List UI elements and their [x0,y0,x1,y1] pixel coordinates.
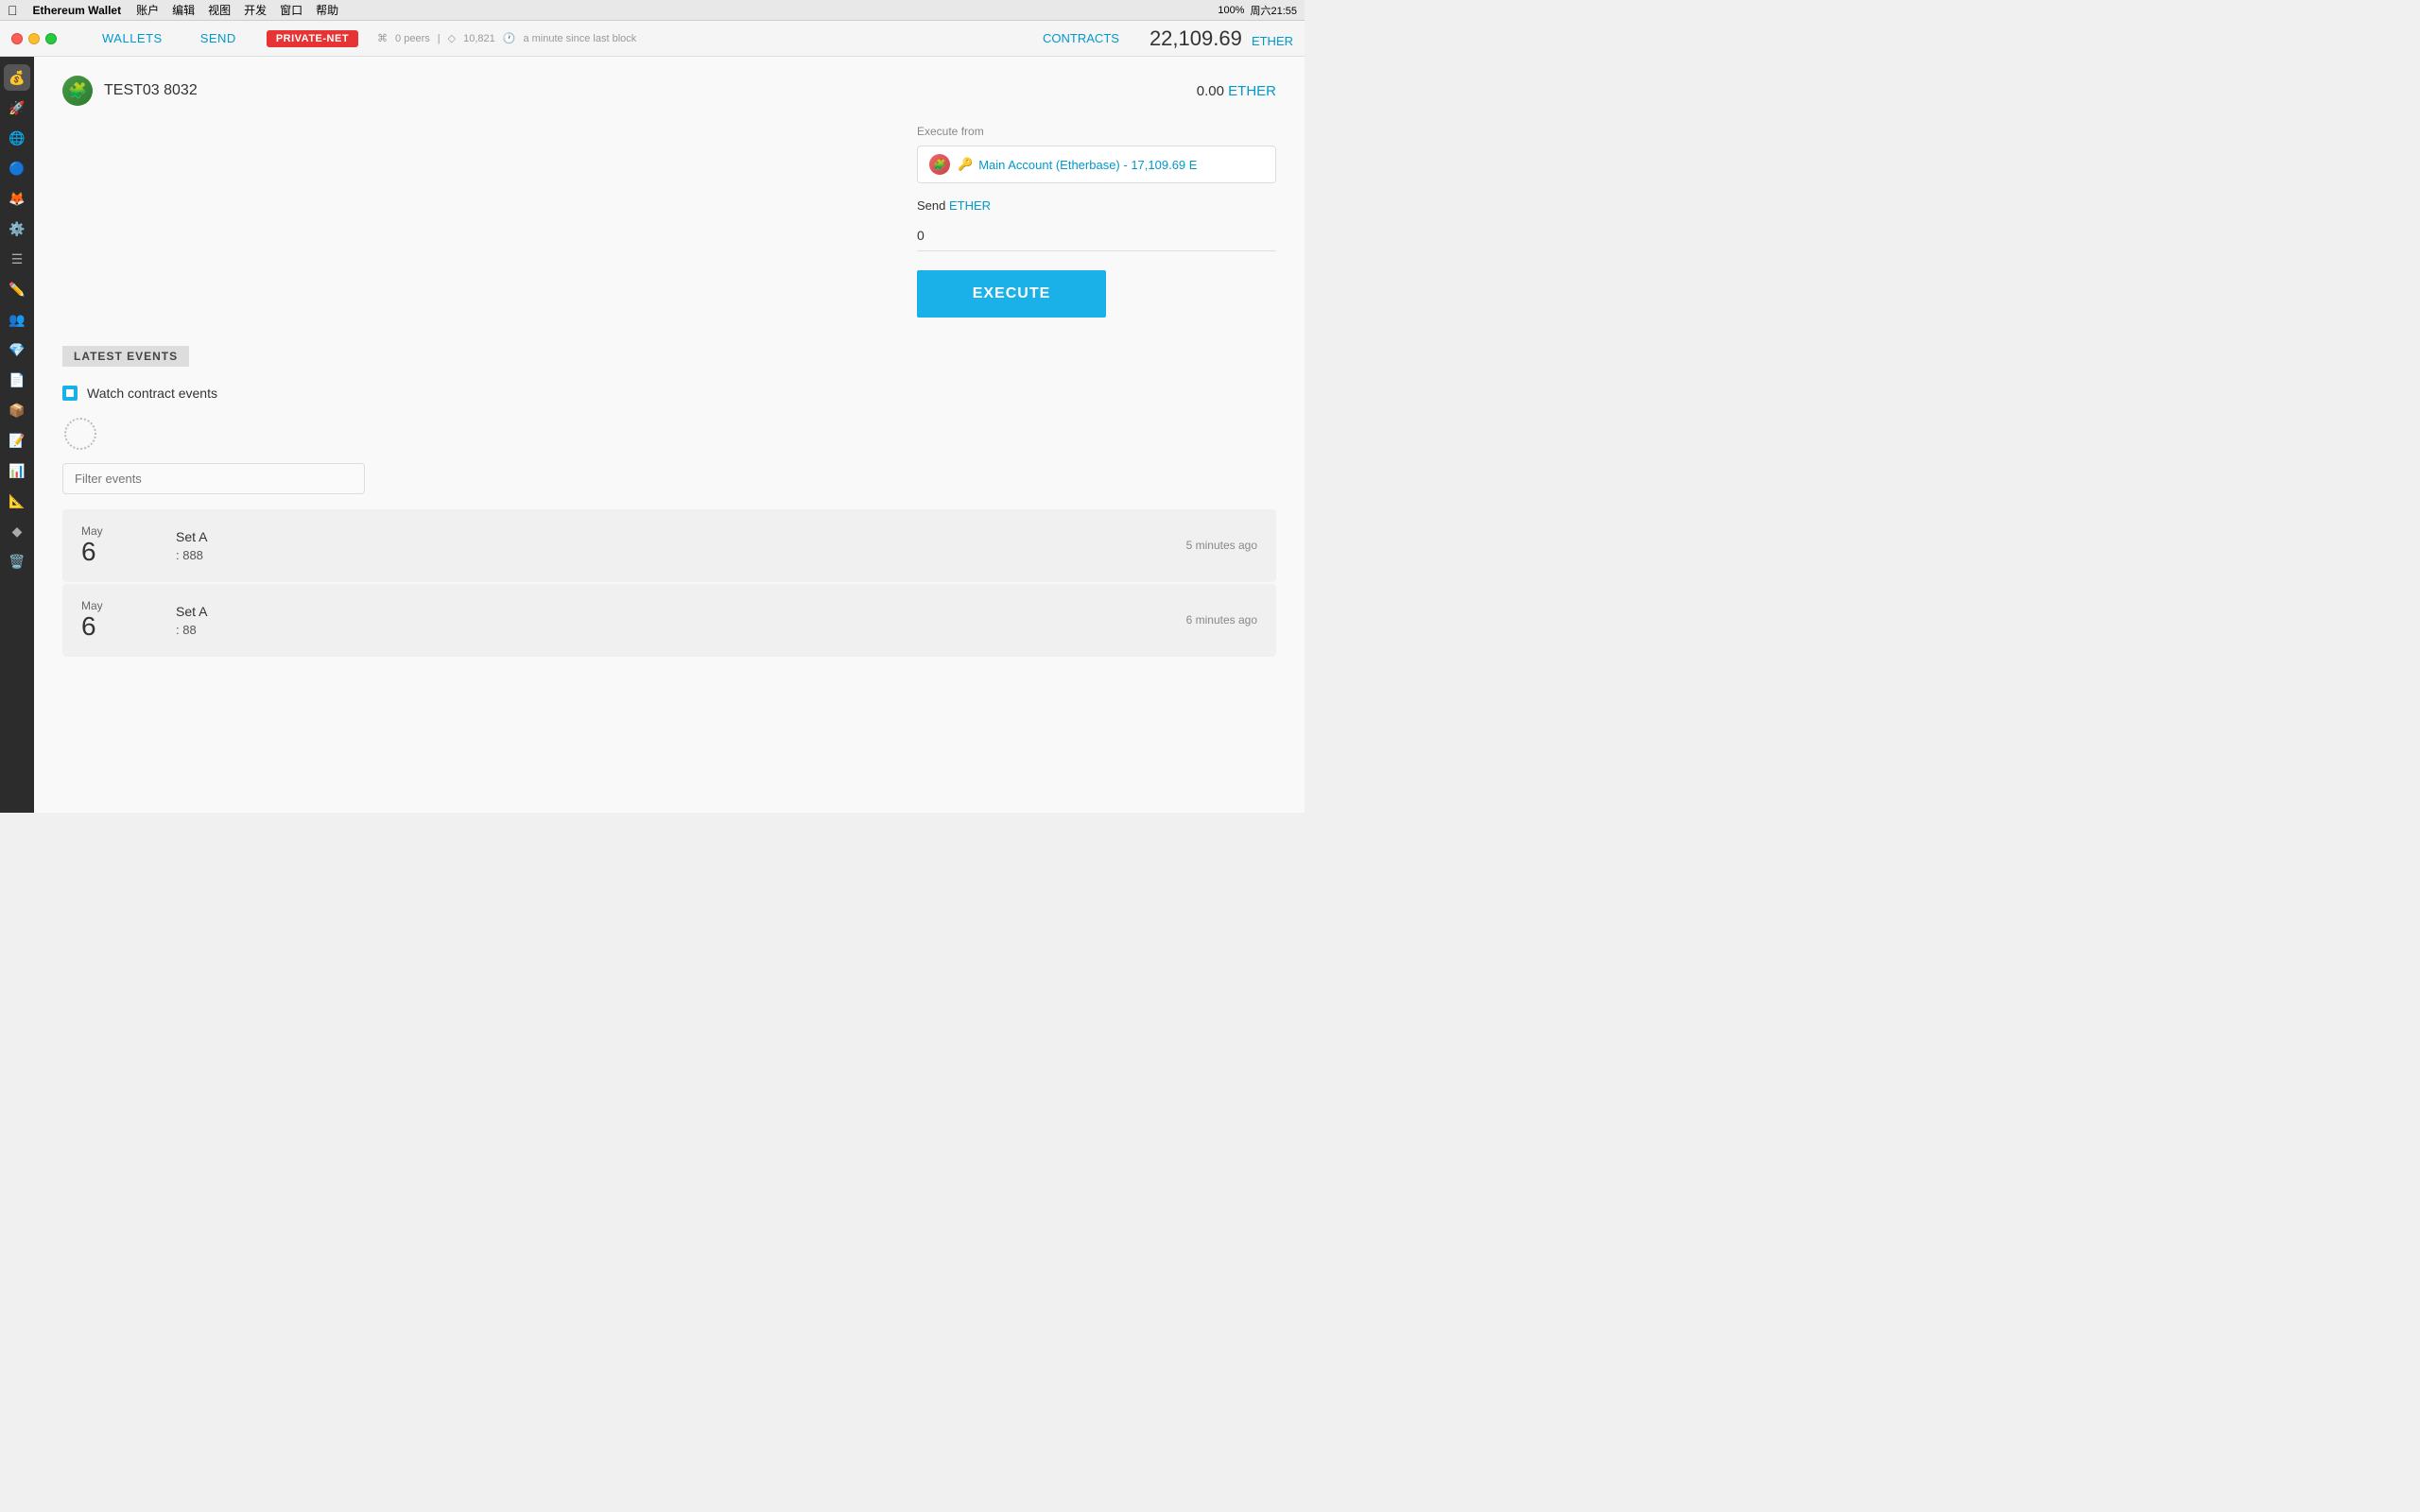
event-row: May 6 Set A : 888 5 minutes ago [62,509,1276,582]
watch-events-row: Watch contract events [62,386,1276,401]
menu-window[interactable]: 窗口 [280,2,302,18]
account-name: Main Account (Etherbase) - 17,109.69 E [978,158,1197,172]
event-row: May 6 Set A : 88 6 minutes ago [62,584,1276,657]
event-time-2: 6 minutes ago [1186,613,1257,627]
traffic-lights [11,33,57,44]
sidebar-icon-excel[interactable]: 📊 [4,457,30,484]
left-panel [62,125,889,318]
layout: 💰 🚀 🌐 🔵 🦊 ⚙️ ☰ ✏️ 👥 💎 📄 📦 📝 📊 📐 ◆ 🗑️ 🧩 T… [0,57,1305,813]
sidebar-icon-note[interactable]: 📄 [4,367,30,393]
sidebar-icon-fire[interactable]: 🦊 [4,185,30,212]
amount-input[interactable] [917,220,1276,251]
right-panel: Execute from 🧩 🔑 Main Account (Etherbase… [917,125,1276,318]
peers-icon: ⌘ [377,32,388,44]
sidebar-icon-chrome[interactable]: 🔵 [4,155,30,181]
menu-bar-right: 100% 周六21:55 [1218,3,1297,18]
sidebar-icon-earth[interactable]: 🌐 [4,125,30,151]
event-day-1: 6 [81,538,96,567]
contract-balance-amount: 0.00 [1197,83,1224,99]
sidebar-icon-trash[interactable]: 🗑️ [4,548,30,575]
event-date-2: May 6 [81,599,157,642]
block-number: 10,821 [463,33,495,44]
contracts-link[interactable]: CONTRACTS [1043,31,1119,45]
send-ether-label: Send ETHER [917,198,1276,213]
network-status: ⌘ 0 peers | ◇ 10,821 🕐 a minute since la… [377,32,636,44]
apple-menu[interactable]:  [8,3,18,18]
event-name-1: Set A [176,529,1186,544]
key-icon: 🔑 [958,157,973,172]
private-net-badge: PRIVATE-NET [267,30,358,47]
latest-events-header: LATEST EVENTS [62,346,189,367]
tab-send[interactable]: SEND [182,27,255,49]
last-block-time: a minute since last block [523,33,636,44]
loading-spinner [62,416,95,448]
event-value-1: : 888 [176,548,1186,562]
send-currency: ETHER [949,198,991,213]
sidebar-icon-gear[interactable]: ⚙️ [4,215,30,242]
balance-currency: ETHER [1252,34,1293,48]
event-month-2: May [81,599,103,612]
event-date-1: May 6 [81,524,157,567]
contract-avatar: 🧩 [62,76,93,106]
watch-events-label: Watch contract events [87,386,217,401]
total-balance: 22,109.69 ETHER [1150,26,1293,51]
sidebar: 💰 🚀 🌐 🔵 🦊 ⚙️ ☰ ✏️ 👥 💎 📄 📦 📝 📊 📐 ◆ 🗑️ [0,57,34,813]
close-button[interactable] [11,33,23,44]
minimize-button[interactable] [28,33,40,44]
event-value-2: : 88 [176,623,1186,637]
clock: 周六21:55 [1250,3,1297,18]
sidebar-icon-powerpoint[interactable]: 📐 [4,488,30,514]
app-window: WALLETS SEND PRIVATE-NET ⌘ 0 peers | ◇ 1… [0,21,1305,813]
event-day-2: 6 [81,612,96,642]
menu-edit[interactable]: 编辑 [172,2,195,18]
block-icon: ◇ [448,32,456,44]
menu-items: 账户 编辑 视图 开发 窗口 帮助 [136,2,338,18]
latest-events-section: LATEST EVENTS Watch contract events May … [62,346,1276,657]
tab-wallets[interactable]: WALLETS [83,27,182,49]
peers-count: 0 peers [395,33,430,44]
nav-tabs: WALLETS SEND [83,27,255,49]
menu-view[interactable]: 视图 [208,2,231,18]
title-bar: WALLETS SEND PRIVATE-NET ⌘ 0 peers | ◇ 1… [0,21,1305,57]
contract-header: 🧩 TEST03 8032 0.00 ETHER [62,76,1276,106]
event-details-1: Set A : 888 [157,529,1186,562]
execute-button[interactable]: EXECUTE [917,270,1106,318]
contract-balance: 0.00 ETHER [1197,83,1276,99]
sidebar-icon-word[interactable]: 📝 [4,427,30,454]
sidebar-icon-diamond[interactable]: 💎 [4,336,30,363]
account-avatar: 🧩 [929,154,950,175]
execute-from-label: Execute from [917,125,1276,138]
sidebar-icon-people[interactable]: 👥 [4,306,30,333]
account-selector[interactable]: 🧩 🔑 Main Account (Etherbase) - 17,109.69… [917,146,1276,183]
app-name: Ethereum Wallet [33,4,122,17]
menu-accounts[interactable]: 账户 [136,2,159,18]
event-name-2: Set A [176,604,1186,619]
event-details-2: Set A : 88 [157,604,1186,637]
event-time-1: 5 minutes ago [1186,539,1257,552]
menu-bar:  Ethereum Wallet 账户 编辑 视图 开发 窗口 帮助 100%… [0,0,1305,21]
sidebar-icon-eth[interactable]: ◆ [4,518,30,544]
contract-name: TEST03 8032 [104,82,198,99]
maximize-button[interactable] [45,33,57,44]
sidebar-icon-box[interactable]: 📦 [4,397,30,423]
main-content: 🧩 TEST03 8032 0.00 ETHER Execute from 🧩 [34,57,1305,813]
menu-help[interactable]: 帮助 [316,2,338,18]
contract-balance-currency: ETHER [1228,83,1276,99]
menu-dev[interactable]: 开发 [244,2,267,18]
event-month-1: May [81,524,103,538]
sidebar-icon-wallet[interactable]: 💰 [4,64,30,91]
content-body: Execute from 🧩 🔑 Main Account (Etherbase… [62,125,1276,318]
balance-amount: 22,109.69 [1150,26,1242,50]
sidebar-icon-pencil[interactable]: ✏️ [4,276,30,302]
battery-status: 100% [1218,5,1244,16]
sidebar-icon-list[interactable]: ☰ [4,246,30,272]
filter-events-input[interactable] [62,463,365,494]
clock-icon: 🕐 [503,32,516,44]
watch-events-checkbox[interactable] [62,386,78,401]
sidebar-icon-rocket[interactable]: 🚀 [4,94,30,121]
